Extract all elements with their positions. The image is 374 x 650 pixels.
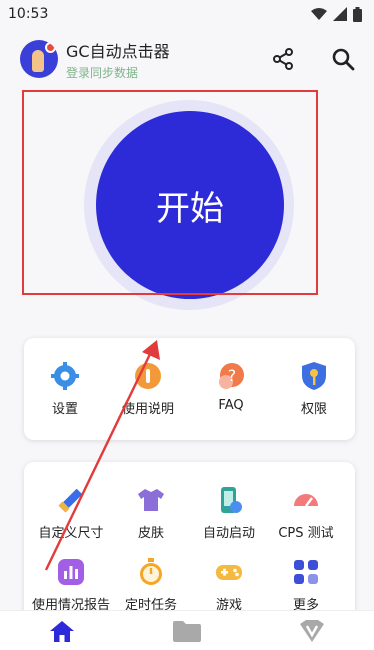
status-bar: 10:53	[0, 0, 374, 28]
bar-chart-icon	[58, 559, 84, 585]
tools-menu-card: 自定义尺寸 皮肤 自动启动 CPS 测试 使用情况报告 定时任务 游戏 更多	[24, 462, 355, 632]
phone-auto-icon	[221, 487, 242, 513]
skin-item[interactable]: 皮肤	[111, 484, 191, 541]
home-icon	[50, 620, 75, 642]
quick-menu-card: 设置 使用说明 ? FAQ 权限	[24, 338, 355, 440]
ruler-pencil-icon	[58, 489, 82, 513]
app-logo-icon	[20, 40, 58, 78]
share-icon	[273, 48, 293, 70]
faq-item[interactable]: ? FAQ	[191, 360, 271, 413]
app-title: GC自动点击器	[66, 41, 170, 61]
more-item[interactable]: 更多	[266, 556, 346, 613]
svg-text:?: ?	[228, 366, 237, 385]
status-time: 10:53	[8, 6, 49, 22]
vip-diamond-icon	[299, 619, 324, 642]
speedometer-icon	[294, 494, 318, 507]
share-button[interactable]	[270, 46, 296, 72]
battery-icon	[353, 6, 362, 22]
shirt-icon	[138, 489, 164, 511]
bottom-nav	[0, 610, 374, 650]
instructions-label: 使用说明	[121, 402, 174, 417]
gamepad-icon	[216, 565, 242, 580]
nav-vip[interactable]	[282, 611, 342, 650]
permissions-label: 权限	[300, 402, 327, 417]
nav-files[interactable]	[157, 611, 217, 650]
settings-item[interactable]: 设置	[25, 360, 105, 417]
start-highlight-box	[22, 90, 318, 295]
signal-icon	[333, 7, 347, 21]
cps-test-item[interactable]: CPS 测试	[266, 484, 346, 541]
status-icons	[311, 6, 362, 22]
folder-icon	[172, 620, 201, 642]
search-icon	[332, 48, 355, 71]
gear-icon	[51, 362, 79, 390]
instructions-item[interactable]: 使用说明	[108, 360, 188, 417]
skin-label: 皮肤	[137, 526, 164, 541]
permissions-item[interactable]: 权限	[274, 360, 354, 417]
app-header: GC自动点击器 登录同步数据	[0, 32, 374, 86]
shield-key-icon	[302, 362, 326, 390]
stopwatch-icon	[140, 558, 162, 585]
grid-more-icon	[294, 560, 318, 584]
scheduled-task-item[interactable]: 定时任务	[111, 556, 191, 613]
login-sync-link[interactable]: 登录同步数据	[66, 64, 170, 81]
cps-test-label: CPS 测试	[278, 526, 334, 541]
faq-label: FAQ	[218, 398, 244, 413]
instructions-icon	[135, 363, 161, 389]
usage-report-item[interactable]: 使用情况报告	[31, 556, 111, 613]
auto-start-item[interactable]: 自动启动	[189, 484, 269, 541]
question-icon: ?	[219, 363, 244, 389]
auto-start-label: 自动启动	[202, 526, 255, 541]
settings-label: 设置	[51, 402, 78, 417]
custom-size-item[interactable]: 自定义尺寸	[31, 484, 111, 541]
nav-home[interactable]	[32, 611, 92, 650]
wifi-icon	[311, 8, 327, 20]
search-button[interactable]	[330, 46, 356, 72]
game-item[interactable]: 游戏	[189, 556, 269, 613]
custom-size-label: 自定义尺寸	[38, 526, 104, 541]
